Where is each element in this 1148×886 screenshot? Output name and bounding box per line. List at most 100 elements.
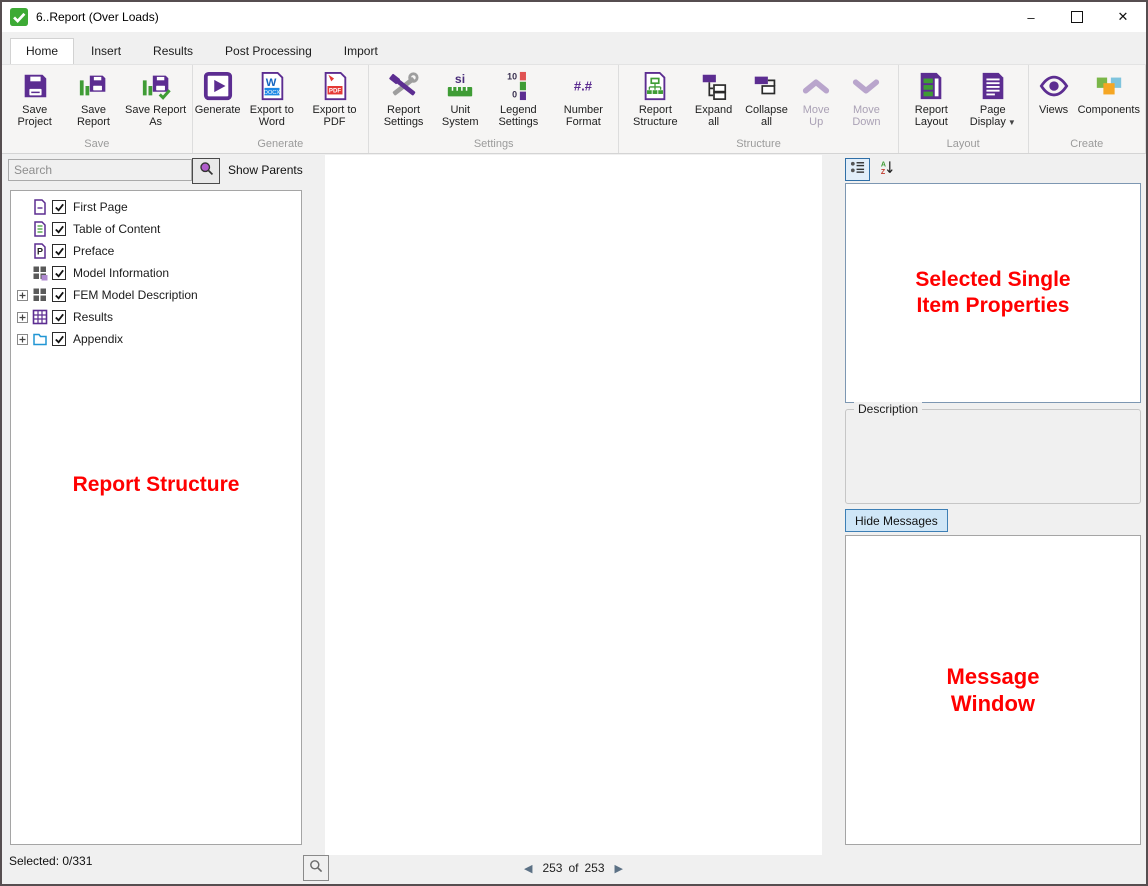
categorized-view-button[interactable] <box>845 158 870 181</box>
report-settings-button[interactable]: Report Settings <box>372 67 435 130</box>
minimize-button[interactable]: – <box>1008 2 1054 32</box>
word-doc-icon: WDOCX <box>256 70 288 102</box>
tab-import[interactable]: Import <box>329 39 393 64</box>
svg-text:W: W <box>266 77 277 89</box>
close-button[interactable]: ✕ <box>1100 2 1146 32</box>
play-icon <box>202 70 234 102</box>
tree-item-first-page[interactable]: First Page <box>11 196 301 218</box>
views-button[interactable]: Views <box>1032 67 1076 117</box>
group-label-layout: Layout <box>902 137 1025 153</box>
total-pages: 253 <box>585 861 605 875</box>
save-report-button[interactable]: Save Report <box>64 67 122 130</box>
main-content: Show Parents First Page Table of Content… <box>2 154 1146 884</box>
components-cubes-icon <box>1093 70 1125 102</box>
search-icon <box>198 160 215 182</box>
show-parents-label: Show Parents <box>228 163 303 177</box>
tree-item-appendix[interactable]: Appendix <box>11 328 301 350</box>
search-button[interactable] <box>192 158 220 184</box>
next-page-arrow-icon[interactable]: ▶ <box>611 863 627 875</box>
number-format-button[interactable]: #.# Number Format <box>551 67 615 130</box>
ribbon-group-settings: Report Settings si Unit System 100 Legen… <box>369 65 619 153</box>
legend-icon: 100 <box>502 70 534 102</box>
alphabetical-sort-button[interactable]: AZ <box>874 158 899 181</box>
page-of-label: of <box>568 861 578 875</box>
pdf-icon: PDF <box>319 70 351 102</box>
dropdown-caret-icon: ▼ <box>1008 118 1016 127</box>
checkbox-checked[interactable] <box>52 310 66 324</box>
svg-text:PDF: PDF <box>328 88 340 95</box>
tree-item-preface[interactable]: P Preface <box>11 240 301 262</box>
properties-annotation: Selected Single Item Properties <box>915 267 1070 320</box>
search-input[interactable] <box>8 159 192 181</box>
save-report-as-button[interactable]: Save Report As <box>123 67 189 130</box>
description-label: Description <box>854 402 922 416</box>
grid-badge-icon <box>32 265 48 281</box>
report-structure-icon <box>639 70 671 102</box>
prev-page-arrow-icon[interactable]: ◀ <box>520 863 536 875</box>
tab-post-processing[interactable]: Post Processing <box>210 39 327 64</box>
app-window: 6..Report (Over Loads) – ✕ Home Insert R… <box>0 0 1148 886</box>
tab-results[interactable]: Results <box>138 39 208 64</box>
report-structure-annotation: Report Structure <box>10 472 302 498</box>
save-report-icon <box>77 70 109 102</box>
grid-icon <box>32 287 48 303</box>
save-report-as-icon <box>140 70 172 102</box>
save-project-button[interactable]: Save Project <box>5 67 64 130</box>
message-window[interactable]: Message Window <box>845 535 1141 845</box>
expand-plus-icon[interactable] <box>17 334 28 345</box>
group-label-generate: Generate <box>196 137 365 153</box>
tree-item-table-of-content[interactable]: Table of Content <box>11 218 301 240</box>
tab-home[interactable]: Home <box>10 38 74 64</box>
document-preview-area[interactable] <box>325 155 822 855</box>
properties-grid[interactable]: Selected Single Item Properties <box>845 183 1141 403</box>
maximize-button[interactable] <box>1054 2 1100 32</box>
titlebar: 6..Report (Over Loads) – ✕ <box>2 2 1146 32</box>
page-display-icon <box>977 70 1009 102</box>
expand-all-button[interactable]: Expand all <box>688 67 738 130</box>
message-annotation: Message Window <box>947 663 1040 718</box>
report-layout-icon <box>915 70 947 102</box>
checkbox-checked[interactable] <box>52 200 66 214</box>
current-page: 253 <box>542 861 562 875</box>
expand-plus-icon[interactable] <box>17 290 28 301</box>
svg-text:si: si <box>455 72 465 86</box>
ribbon: Save Project Save Report Save Report As … <box>2 65 1146 154</box>
magnifier-icon <box>308 858 324 879</box>
tree-item-model-information[interactable]: Model Information <box>11 262 301 284</box>
expand-plus-icon[interactable] <box>17 312 28 323</box>
ribbon-tab-row: Home Insert Results Post Processing Impo… <box>2 32 1146 65</box>
eye-icon <box>1038 70 1070 102</box>
tab-insert[interactable]: Insert <box>76 39 136 64</box>
unit-system-button[interactable]: si Unit System <box>435 67 485 130</box>
generate-button[interactable]: Generate <box>196 67 240 117</box>
az-sort-icon: AZ <box>879 160 894 180</box>
report-structure-button[interactable]: Report Structure <box>622 67 688 130</box>
legend-settings-button[interactable]: 100 Legend Settings <box>485 67 551 130</box>
svg-text:DOCX: DOCX <box>264 90 280 96</box>
window-title: 6..Report (Over Loads) <box>36 10 159 24</box>
tree-item-fem-model-description[interactable]: FEM Model Description <box>11 284 301 306</box>
checkbox-checked[interactable] <box>52 266 66 280</box>
page-icon <box>32 199 48 215</box>
report-structure-tree: First Page Table of Content P Preface Mo… <box>10 190 302 845</box>
collapse-all-button[interactable]: Collapse all <box>739 67 794 130</box>
page-lines-icon <box>32 221 48 237</box>
page-display-button[interactable]: Page Display▼ <box>961 67 1025 130</box>
report-layout-button[interactable]: Report Layout <box>902 67 961 130</box>
export-pdf-button[interactable]: PDF Export to PDF <box>304 67 365 130</box>
move-down-button: Move Down <box>838 67 894 130</box>
checkbox-checked[interactable] <box>52 332 66 346</box>
checkbox-checked[interactable] <box>52 288 66 302</box>
svg-text:#.#: #.# <box>574 79 593 94</box>
svg-text:Z: Z <box>881 169 886 175</box>
svg-text:A: A <box>881 161 886 168</box>
hide-messages-button[interactable]: Hide Messages <box>845 509 948 532</box>
export-word-button[interactable]: WDOCX Export to Word <box>240 67 304 130</box>
group-label-create: Create <box>1032 137 1142 153</box>
move-up-button: Move Up <box>794 67 838 130</box>
checkbox-checked[interactable] <box>52 222 66 236</box>
components-button[interactable]: Components <box>1076 67 1142 117</box>
checkbox-checked[interactable] <box>52 244 66 258</box>
ribbon-group-generate: Generate WDOCX Export to Word PDF Export… <box>193 65 369 153</box>
tree-item-results[interactable]: Results <box>11 306 301 328</box>
